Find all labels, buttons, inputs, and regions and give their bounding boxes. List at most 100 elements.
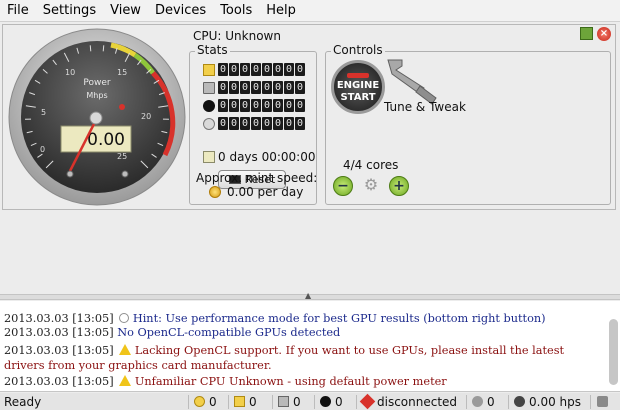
status-bombs: 0 [320, 393, 343, 410]
log-panel[interactable]: 2013.03.03 [13:05] Hint: Use performance… [0, 301, 620, 392]
odometer-digit: 0 [284, 117, 294, 130]
odometer-digit: 0 [273, 63, 283, 76]
gauge-tick-mark [102, 45, 105, 52]
device-area [0, 212, 620, 294]
pane-splitter[interactable]: ▲ [0, 291, 620, 300]
menu-tools[interactable]: Tools [213, 0, 259, 22]
cores-label: 4/4 cores [343, 158, 399, 172]
status-hashrate-value: 0.00 hps [529, 394, 582, 409]
mint-speed-label: Approx. mint speed: [196, 171, 318, 185]
log-timestamp: 2013.03.03 [13:05] [4, 312, 114, 325]
menu-settings[interactable]: Settings [36, 0, 103, 22]
performance-mode-icon [597, 396, 608, 407]
decrease-cores-button[interactable]: − [333, 176, 353, 196]
gauge-hub [89, 111, 103, 125]
stat-digits-coins: 00000000 [218, 63, 306, 76]
odometer-digit: 0 [251, 63, 261, 76]
increase-cores-button[interactable]: + [389, 176, 409, 196]
status-connection: disconnected [359, 393, 458, 410]
odometer-digit: 0 [229, 117, 239, 130]
disconnected-icon [359, 393, 376, 410]
status-blocks: 0 [234, 393, 257, 410]
log-entry: 2013.03.03 [13:05] Hint: Use performance… [4, 311, 600, 326]
odometer-digit: 0 [229, 81, 239, 94]
stats-label: Stats [195, 43, 230, 57]
gauge-tick-5: 5 [41, 108, 46, 117]
status-coins-value: 0 [209, 394, 217, 409]
power-gauge: 0 5 10 15 20 25 Power Mhps 0.00 [8, 28, 186, 206]
peers-icon [472, 396, 483, 407]
cpu-title: CPU: Unknown [193, 29, 281, 43]
menu-view[interactable]: View [103, 0, 148, 22]
close-icon[interactable]: × [597, 27, 611, 41]
gauge-tick-10: 10 [65, 68, 75, 77]
status-blocks-value: 0 [249, 394, 257, 409]
odometer-digit: 0 [284, 99, 294, 112]
odometer-digit: 0 [262, 81, 272, 94]
odometer-digit: 0 [295, 117, 305, 130]
warning-icon [119, 344, 132, 355]
status-bar: Ready 0 0 0 0 disconnected 0 0.00 hps [0, 393, 620, 410]
log-message: No OpenCL-compatible GPUs detected [117, 326, 341, 339]
device-panel: 0 5 10 15 20 25 Power Mhps 0.00 CPU: Unk… [2, 24, 616, 210]
panel-window-controls: × [580, 27, 611, 41]
log-entry: 2013.03.03 [13:05] No OpenCL-compatible … [4, 325, 600, 340]
menu-file[interactable]: File [0, 0, 36, 22]
coin-icon [194, 396, 205, 407]
menu-devices[interactable]: Devices [148, 0, 213, 22]
hourglass-icon [203, 151, 215, 163]
speedometer-icon [514, 396, 525, 407]
odometer-digit: 0 [295, 63, 305, 76]
performance-mode-button[interactable] [597, 393, 612, 410]
trash-can-icon [278, 396, 289, 407]
stat-digits-time: 00000000 [218, 117, 306, 130]
gears-icon: ⚙ [363, 175, 379, 194]
stat-digits-trash: 00000000 [218, 81, 306, 94]
odometer-digit: 0 [229, 63, 239, 76]
engine-start-button[interactable]: ENGINE START [331, 60, 385, 114]
odometer-digit: 0 [273, 99, 283, 112]
odometer-digit: 0 [240, 81, 250, 94]
odometer-digit: 0 [251, 81, 261, 94]
block-icon [234, 396, 245, 407]
status-peers-value: 0 [487, 394, 495, 409]
stat-row-coins: 00000000 [203, 62, 306, 77]
status-connection-value: disconnected [377, 394, 458, 409]
engine-label-1: ENGINE [336, 80, 380, 91]
bomb-icon [320, 396, 331, 407]
odometer-digit: 0 [273, 117, 283, 130]
odometer-digit: 0 [262, 117, 272, 130]
status-coins: 0 [194, 393, 217, 410]
stat-row-time: 00000000 [203, 116, 306, 131]
log-timestamp: 2013.03.03 [13:05] [4, 326, 114, 339]
odometer-digit: 0 [284, 81, 294, 94]
log-entry: 2013.03.03 [13:05] Lacking OpenCL suppor… [4, 343, 600, 373]
bomb-icon [203, 99, 215, 112]
odometer-digit: 0 [240, 117, 250, 130]
odometer-digit: 0 [240, 99, 250, 112]
expand-icon[interactable] [580, 27, 593, 40]
status-trash-value: 0 [293, 394, 301, 409]
odometer-digit: 0 [273, 81, 283, 94]
odometer-digit: 0 [284, 63, 294, 76]
odometer-digit: 0 [251, 117, 261, 130]
engine-led-icon [347, 73, 369, 78]
log-message: Unfamiliar CPU Unknown - using default p… [134, 375, 447, 388]
status-bombs-value: 0 [335, 394, 343, 409]
controls-label: Controls [331, 43, 385, 57]
odometer-digit: 0 [218, 63, 228, 76]
gauge-tick-0: 0 [40, 145, 45, 154]
gauge-led-icon [119, 104, 125, 110]
controls-group: Controls ENGINE START Tune & Tweak 4/4 c… [325, 43, 611, 205]
coin-icon [209, 186, 221, 198]
odometer-digit: 0 [218, 99, 228, 112]
odometer-digit: 0 [229, 99, 239, 112]
tune-tweak-label[interactable]: Tune & Tweak [384, 100, 466, 114]
log-scrollbar[interactable] [609, 319, 618, 385]
splitter-arrow-icon[interactable]: ▲ [305, 291, 311, 300]
mint-speed-value: 0.00 per day [227, 185, 304, 199]
menu-help[interactable]: Help [259, 0, 303, 22]
gauge-tick-mark [89, 45, 92, 52]
status-peers: 0 [472, 393, 495, 410]
gauge-tick-15: 15 [117, 68, 127, 77]
